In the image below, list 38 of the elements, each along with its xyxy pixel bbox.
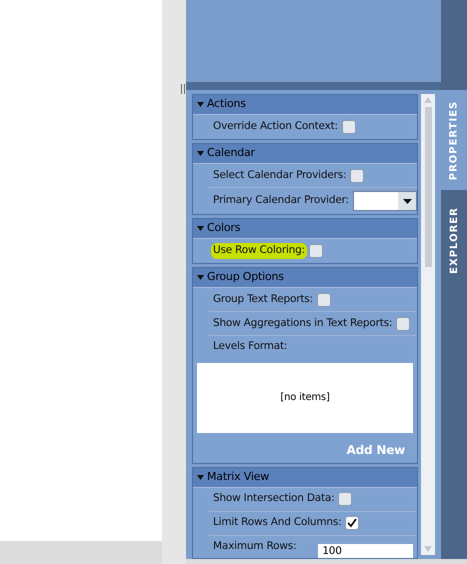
checkbox[interactable] [338, 492, 352, 506]
property-label: Maximum Rows: [213, 538, 296, 554]
property-label: Override Action Context: [213, 119, 338, 134]
property-label: Show Intersection Data: [213, 491, 334, 506]
section-header[interactable]: Calendar [193, 144, 418, 164]
section-header[interactable]: Actions [193, 95, 418, 115]
caret-down-icon [197, 150, 204, 157]
section-header[interactable]: Group Options [193, 268, 418, 288]
checkbox[interactable] [342, 120, 356, 134]
scroll-down-icon [424, 546, 432, 552]
dropdown[interactable] [352, 191, 418, 211]
checkbox[interactable] [350, 168, 364, 182]
checkbox[interactable] [316, 292, 331, 306]
property-label: Show Aggregations in Text Reports: [213, 316, 392, 331]
scroll-up-icon [424, 97, 432, 103]
empty-list-text: [no items] [280, 391, 330, 406]
checkbox[interactable] [308, 244, 323, 258]
scroll-thumb[interactable] [424, 107, 432, 267]
property-label: Select Calendar Providers: [213, 168, 346, 183]
property-label: Primary Calendar Provider: [213, 193, 349, 208]
checkmark-icon [347, 518, 358, 528]
splitter-handle[interactable] [181, 84, 185, 94]
caret-down-icon [197, 101, 204, 108]
property-label: Levels Format: [213, 340, 288, 352]
caret-down-icon [197, 274, 204, 281]
scrollbar[interactable] [421, 94, 435, 555]
caret-down-icon [402, 198, 412, 204]
section-header[interactable]: Matrix View [193, 468, 418, 488]
section-header[interactable]: Colors [193, 219, 418, 239]
checkbox[interactable] [345, 516, 360, 530]
number-field[interactable]: 100 [318, 544, 414, 558]
property-label: Group Text Reports: [213, 292, 313, 307]
property-label: Limit Rows And Columns: [213, 515, 342, 530]
caret-down-icon [197, 474, 204, 481]
caret-down-icon [197, 225, 204, 232]
checkbox[interactable] [396, 316, 410, 330]
property-label: Use Row Coloring: [211, 243, 307, 259]
side-tab[interactable]: PROPERTIES [441, 90, 467, 190]
